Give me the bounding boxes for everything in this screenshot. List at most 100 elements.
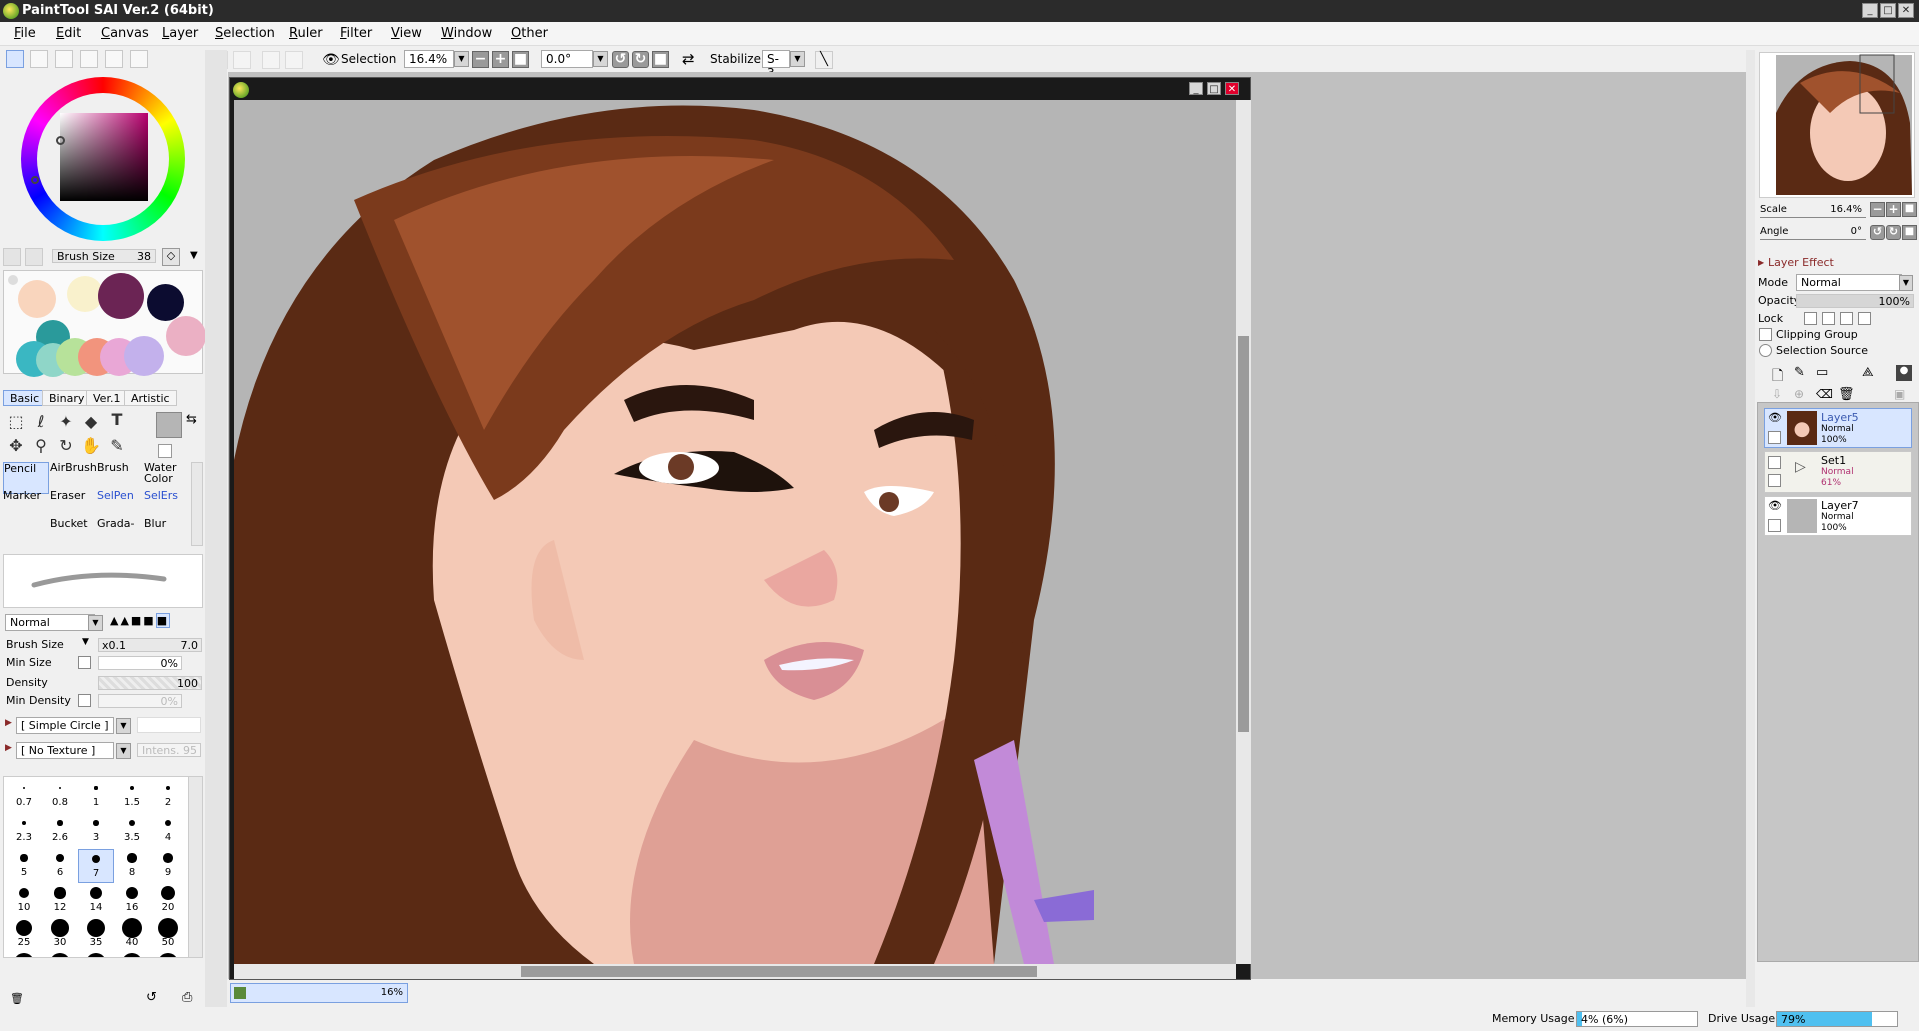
doc-close-button[interactable]: ✕ <box>1225 82 1239 95</box>
brush-size-preset[interactable]: 60 <box>6 953 42 957</box>
swatch-toggle[interactable] <box>105 50 123 68</box>
folder-lock-icon[interactable] <box>1768 474 1781 487</box>
deselect-button[interactable] <box>262 51 280 69</box>
menu-ruler[interactable]: Ruler <box>289 26 323 41</box>
brush-texture-select[interactable]: [ No Texture ] <box>16 742 114 759</box>
brush-size-preset[interactable]: 35 <box>78 918 114 953</box>
menu-layer[interactable]: Layer <box>162 26 198 41</box>
brush-size-preset[interactable]: 80 <box>78 953 114 957</box>
brush-size-preset[interactable]: 120 <box>150 953 186 957</box>
lock-painting-icon[interactable] <box>1822 312 1835 325</box>
folder-visibility-toggle[interactable] <box>1768 456 1781 469</box>
brush-size-preset[interactable]: 25 <box>6 919 42 953</box>
nav-rotate-reset-button[interactable]: ■ <box>1902 225 1917 240</box>
brush-tip-shapes[interactable]: ▲▲■■■ <box>110 613 202 630</box>
scratch-pad[interactable] <box>3 270 206 377</box>
selection-source-radio[interactable] <box>1759 344 1772 357</box>
maximize-button[interactable]: □ <box>1880 3 1896 18</box>
palette-fwd-button[interactable] <box>25 248 43 266</box>
new-layer-icon[interactable]: 🗋 <box>1772 365 1783 389</box>
canvas-horizontal-scrollbar[interactable] <box>234 964 1236 979</box>
brush-size-scrollbar[interactable] <box>188 777 202 957</box>
flip-horizontal-icon[interactable]: ⇄ <box>682 50 695 68</box>
layer-mask-apply-icon[interactable]: ▣ <box>1894 387 1905 401</box>
rotate-cw-button[interactable]: ↻ <box>632 51 649 68</box>
horizontal-scroll-thumb[interactable] <box>521 966 1037 977</box>
text-tool-icon[interactable]: T <box>106 410 128 430</box>
menu-view[interactable]: View <box>391 26 422 41</box>
eyedropper-icon[interactable]: ✎ <box>106 436 128 456</box>
hand-icon[interactable]: ✋ <box>80 436 102 456</box>
brush-size-preset[interactable]: 6 <box>42 849 78 883</box>
brush-size-preset[interactable]: 0.7 <box>6 779 42 813</box>
min-density-slider[interactable]: 0% <box>98 694 182 708</box>
brush-grid-scrollbar[interactable] <box>191 462 203 546</box>
rotate-icon[interactable]: ↻ <box>55 436 77 456</box>
mixer-toggle[interactable] <box>80 50 98 68</box>
brush-size-slider[interactable]: x0.1 7.0 <box>98 638 202 652</box>
brush-size-preset[interactable]: 1.5 <box>114 779 150 813</box>
zoom-out-button[interactable]: − <box>472 51 489 68</box>
brush-size-preset[interactable]: 70 <box>42 953 78 957</box>
merge-down-icon[interactable]: ⊕ <box>1794 387 1804 401</box>
hue-cursor[interactable] <box>31 176 39 184</box>
menu-edit[interactable]: Edit <box>56 26 81 41</box>
layer-visibility-eye-icon[interactable]: 👁 <box>1768 412 1782 423</box>
transparent-color-toggle[interactable] <box>158 444 172 458</box>
menu-selection[interactable]: Selection <box>215 26 275 41</box>
palette-back-button[interactable] <box>3 248 21 266</box>
lock-transparency-icon[interactable] <box>1804 312 1817 325</box>
hsv-slider-toggle[interactable] <box>55 50 73 68</box>
menu-other[interactable]: Other <box>511 26 548 41</box>
layer-item-set1[interactable]: ▷ Set1 Normal 61% <box>1764 451 1912 493</box>
brush-size-preset[interactable]: 20 <box>150 884 186 918</box>
brush-size-preset[interactable]: 8 <box>114 849 150 883</box>
color-wheel-toggle[interactable] <box>6 50 24 68</box>
swatch[interactable] <box>166 316 206 356</box>
zoom-dropdown[interactable]: ▼ <box>454 51 469 67</box>
zoom-field[interactable]: 16.4% <box>404 50 454 68</box>
straight-line-toggle[interactable]: ╲ <box>815 51 833 69</box>
brush-size-preset[interactable]: 7 <box>78 849 114 883</box>
saturation-value-square[interactable] <box>60 113 148 201</box>
close-button[interactable]: ✕ <box>1898 3 1914 18</box>
swatch[interactable] <box>18 280 56 318</box>
doc-minimize-button[interactable]: _ <box>1189 82 1203 95</box>
menu-filter[interactable]: Filter <box>340 26 372 41</box>
brush-size-preset[interactable]: 50 <box>150 918 186 953</box>
color-picker-cursor[interactable] <box>56 136 65 145</box>
menu-file[interactable]: File <box>14 26 36 41</box>
angle-slider[interactable] <box>1760 239 1866 240</box>
scratchpad-toggle[interactable] <box>130 50 148 68</box>
clear-layer-icon[interactable]: ⌫ <box>1816 387 1833 401</box>
brush-shape-dropdown[interactable]: ▼ <box>116 718 131 734</box>
save-tool-icon[interactable]: ⎙ <box>182 990 192 1005</box>
scale-slider[interactable] <box>1760 217 1866 218</box>
brush-size-preset[interactable]: 1 <box>78 779 114 813</box>
layer-mode-select[interactable]: Normal <box>1796 274 1902 291</box>
mixer-brush-size-field[interactable]: Brush Size 38 <box>52 249 156 263</box>
menu-canvas[interactable]: Canvas <box>101 26 149 41</box>
mixer-menu-dropdown[interactable]: ▼ <box>190 250 198 261</box>
zoom-reset-button[interactable]: ■ <box>512 51 529 68</box>
shape-icon[interactable]: ◆ <box>80 412 102 432</box>
brush-tool-empty[interactable] <box>3 518 49 550</box>
minimize-button[interactable]: _ <box>1862 3 1878 18</box>
new-folder-icon[interactable]: ▭ <box>1816 365 1828 380</box>
layer-mode-dropdown[interactable]: ▼ <box>1899 275 1913 291</box>
swap-colors-icon[interactable]: ⇆ <box>186 412 197 427</box>
canvas-vertical-scrollbar[interactable] <box>1236 100 1251 964</box>
density-slider[interactable]: 100 <box>98 676 202 690</box>
brush-tool-blur[interactable]: Blur <box>144 518 190 550</box>
shape-expand-icon[interactable]: ▶ <box>5 718 12 728</box>
navigator[interactable] <box>1759 52 1915 198</box>
swatch[interactable] <box>147 284 184 321</box>
folder-expand-icon[interactable]: ▷ <box>1795 460 1806 474</box>
brush-size-preset[interactable]: 4 <box>150 814 186 848</box>
redo-button[interactable] <box>233 51 251 69</box>
transfer-down-icon[interactable]: ⇩ <box>1772 387 1782 401</box>
menu-window[interactable]: Window <box>441 26 492 41</box>
brush-size-preset[interactable]: 14 <box>78 884 114 918</box>
zoom-in-button[interactable]: + <box>492 51 509 68</box>
layer-visibility-eye-icon[interactable]: 👁 <box>1768 500 1782 511</box>
